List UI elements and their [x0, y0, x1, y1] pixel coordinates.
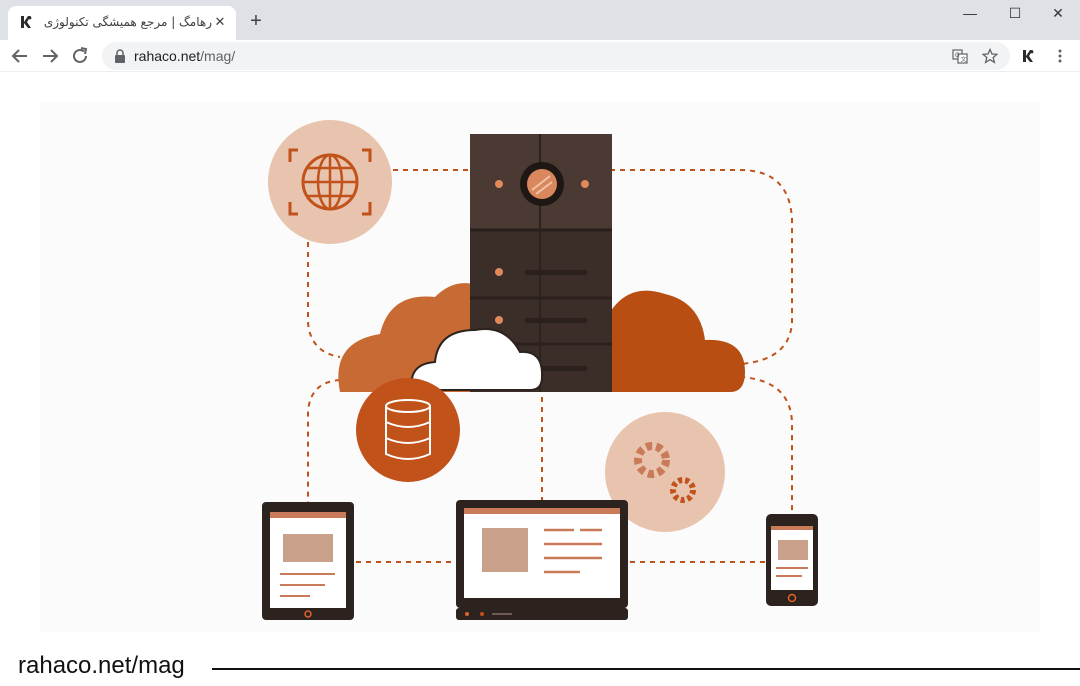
- svg-text:文: 文: [961, 56, 967, 64]
- browser-tab[interactable]: رهامگ | مرجع همیشگی تکنولوژی | ✕: [8, 6, 236, 40]
- database-icon: [356, 378, 460, 482]
- bookmark-star-icon[interactable]: [982, 48, 998, 64]
- extension-icon[interactable]: [1020, 48, 1036, 64]
- minimize-button[interactable]: —: [955, 4, 985, 22]
- browser-toolbar: rahaco.net/mag/ G 文: [0, 40, 1080, 72]
- rahaco-logo-icon: [21, 16, 32, 28]
- phone-icon: [766, 514, 818, 606]
- tab-title: رهامگ | مرجع همیشگی تکنولوژی |: [42, 15, 212, 29]
- menu-kebab-icon[interactable]: [1052, 48, 1068, 64]
- translate-icon[interactable]: G 文: [952, 48, 968, 64]
- laptop-icon: [456, 500, 628, 620]
- maximize-button[interactable]: ☐: [1000, 4, 1030, 22]
- tab-close-button[interactable]: ✕: [212, 14, 228, 30]
- lock-icon[interactable]: [114, 49, 126, 63]
- page-content: rahaco.net/mag: [0, 72, 1080, 686]
- footer-divider: [212, 668, 1080, 670]
- address-bar[interactable]: rahaco.net/mag/ G 文: [102, 42, 1010, 70]
- tablet-icon: [262, 502, 354, 620]
- site-watermark-label: rahaco.net/mag: [18, 652, 185, 679]
- cloud-hosting-illustration: [40, 102, 1040, 632]
- url-path: /mag/: [200, 48, 236, 64]
- forward-arrow-icon[interactable]: [38, 44, 62, 68]
- new-tab-button[interactable]: +: [246, 11, 266, 31]
- url-text[interactable]: rahaco.net/mag/: [134, 48, 235, 64]
- back-arrow-icon[interactable]: [8, 44, 32, 68]
- window-close-button[interactable]: ✕: [1043, 4, 1073, 22]
- tab-strip: رهامگ | مرجع همیشگی تکنولوژی | ✕ + — ☐ ✕: [0, 0, 1080, 40]
- svg-text:G: G: [955, 52, 960, 59]
- url-host: rahaco.net: [134, 48, 201, 64]
- reload-icon[interactable]: [68, 44, 92, 68]
- globe-icon: [268, 120, 392, 244]
